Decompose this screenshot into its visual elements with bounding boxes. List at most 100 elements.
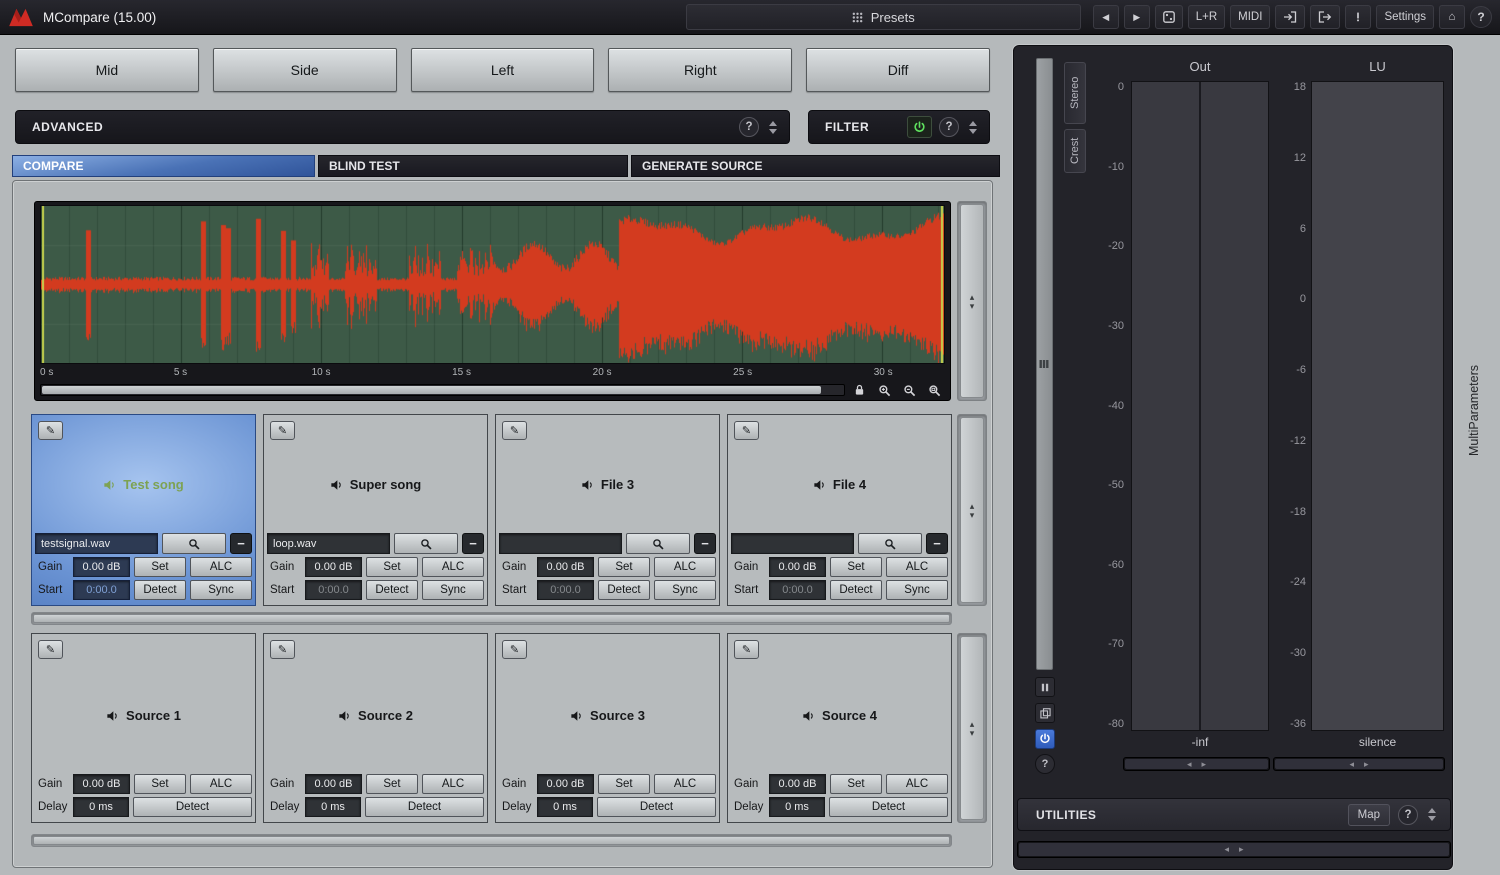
remove-file-button[interactable]: − bbox=[694, 533, 716, 554]
slot-file-4[interactable]: ✎ File 4 − Gain 0.00 dB Set ALC St bbox=[727, 414, 952, 606]
waveform-horizontal-scrollbar[interactable] bbox=[40, 384, 845, 396]
rename-button[interactable]: ✎ bbox=[38, 421, 63, 440]
file-name-field[interactable] bbox=[731, 533, 854, 554]
melda-logo-icon[interactable] bbox=[8, 7, 34, 27]
channel-left-button[interactable]: Left bbox=[411, 48, 595, 92]
next-preset-button[interactable]: ▶ bbox=[1124, 5, 1150, 29]
gain-value[interactable]: 0.00 dB bbox=[537, 774, 594, 794]
gain-set-button[interactable]: Set bbox=[366, 557, 418, 577]
gain-set-button[interactable]: Set bbox=[366, 774, 418, 794]
start-value[interactable]: 0:00.0 bbox=[73, 580, 130, 600]
browse-file-button[interactable] bbox=[394, 533, 458, 554]
delay-value[interactable]: 0 ms bbox=[305, 797, 361, 817]
scrollbar-thumb[interactable] bbox=[33, 836, 950, 845]
start-value[interactable]: 0:00.0 bbox=[305, 580, 362, 600]
import-settings-button[interactable] bbox=[1275, 5, 1305, 29]
zoom-out-icon[interactable] bbox=[899, 383, 920, 397]
slot-test-song[interactable]: ✎ Test song testsignal.wav − Gain 0.00 d… bbox=[31, 414, 256, 606]
alc-button[interactable]: ALC bbox=[886, 557, 948, 577]
tab-generate-source[interactable]: GENERATE SOURCE bbox=[631, 155, 1000, 177]
channel-right-button[interactable]: Right bbox=[608, 48, 792, 92]
delay-detect-button[interactable]: Detect bbox=[829, 797, 948, 817]
start-detect-button[interactable]: Detect bbox=[830, 580, 882, 600]
meter-range-slider[interactable] bbox=[1036, 58, 1053, 670]
lu-meter-scrollbar[interactable]: ◂ ▸ bbox=[1273, 757, 1445, 771]
gain-set-button[interactable]: Set bbox=[134, 557, 186, 577]
help-icon[interactable]: ? bbox=[1035, 754, 1055, 774]
advanced-bar[interactable]: ADVANCED ? bbox=[15, 110, 790, 144]
channel-mid-button[interactable]: Mid bbox=[15, 48, 199, 92]
sync-button[interactable]: Sync bbox=[190, 580, 252, 600]
gain-value[interactable]: 0.00 dB bbox=[305, 557, 362, 577]
pause-button[interactable] bbox=[1035, 677, 1055, 697]
slot-source-3[interactable]: ✎ Source 3 Gain 0.00 dB Set ALC Delay 0 … bbox=[495, 633, 720, 823]
prev-preset-button[interactable]: ◀ bbox=[1093, 5, 1119, 29]
scrollbar-thumb[interactable] bbox=[42, 386, 821, 394]
scrollbar-thumb[interactable]: ▴ ▾ bbox=[960, 417, 984, 603]
file-name-field[interactable] bbox=[499, 533, 622, 554]
waveform-canvas[interactable] bbox=[41, 206, 944, 363]
rename-button[interactable]: ✎ bbox=[38, 640, 63, 659]
delay-value[interactable]: 0 ms bbox=[73, 797, 129, 817]
waveform-display[interactable] bbox=[40, 205, 945, 364]
slots-vertical-scrollbar[interactable]: ▴ ▾ bbox=[957, 414, 987, 606]
remove-file-button[interactable]: − bbox=[230, 533, 252, 554]
start-detect-button[interactable]: Detect bbox=[134, 580, 186, 600]
filter-bar[interactable]: FILTER ? bbox=[808, 110, 990, 144]
rename-button[interactable]: ✎ bbox=[270, 640, 295, 659]
lock-icon[interactable] bbox=[849, 383, 870, 397]
presets-button[interactable]: Presets bbox=[686, 4, 1081, 30]
utilities-resize-control[interactable] bbox=[1424, 804, 1440, 826]
delay-detect-button[interactable]: Detect bbox=[365, 797, 484, 817]
start-value[interactable]: 0:00.0 bbox=[769, 580, 826, 600]
panel-horizontal-scrollbar[interactable]: ◂ ▸ bbox=[1017, 841, 1451, 858]
help-icon[interactable]: ? bbox=[1470, 6, 1492, 28]
rename-button[interactable]: ✎ bbox=[502, 421, 527, 440]
utilities-bar[interactable]: UTILITIES Map ? bbox=[1017, 798, 1451, 831]
advanced-resize-control[interactable] bbox=[765, 116, 781, 138]
alc-button[interactable]: ALC bbox=[654, 557, 716, 577]
help-icon[interactable]: ? bbox=[1398, 805, 1418, 825]
gain-set-button[interactable]: Set bbox=[134, 774, 186, 794]
midi-button[interactable]: MIDI bbox=[1230, 5, 1270, 29]
file-name-field[interactable]: testsignal.wav bbox=[35, 533, 158, 554]
alc-button[interactable]: ALC bbox=[886, 774, 948, 794]
gain-value[interactable]: 0.00 dB bbox=[537, 557, 594, 577]
slot-super-song[interactable]: ✎ Super song loop.wav − Gain 0.00 dB Set… bbox=[263, 414, 488, 606]
browse-file-button[interactable] bbox=[858, 533, 922, 554]
tab-crest[interactable]: Crest bbox=[1064, 129, 1086, 173]
tab-compare[interactable]: COMPARE bbox=[12, 155, 315, 177]
scrollbar-thumb[interactable]: ◂ ▸ bbox=[1019, 843, 1449, 856]
delay-detect-button[interactable]: Detect bbox=[133, 797, 252, 817]
help-icon[interactable]: ? bbox=[739, 117, 759, 137]
slot-source-1[interactable]: ✎ Source 1 Gain 0.00 dB Set ALC Delay 0 … bbox=[31, 633, 256, 823]
channel-side-button[interactable]: Side bbox=[213, 48, 397, 92]
sources-vertical-scrollbar[interactable]: ▴ ▾ bbox=[957, 633, 987, 823]
out-meter-scrollbar[interactable]: ◂ ▸ bbox=[1123, 757, 1270, 771]
filter-power-button[interactable] bbox=[907, 116, 932, 138]
sync-button[interactable]: Sync bbox=[654, 580, 716, 600]
rename-button[interactable]: ✎ bbox=[734, 640, 759, 659]
lu-loudness-meter[interactable] bbox=[1311, 81, 1444, 731]
gain-set-button[interactable]: Set bbox=[830, 774, 882, 794]
multiparameters-strip[interactable]: MultiParameters bbox=[1456, 35, 1500, 875]
remove-file-button[interactable]: − bbox=[926, 533, 948, 554]
start-value[interactable]: 0:00.0 bbox=[537, 580, 594, 600]
waveform-vertical-scrollbar[interactable]: ▴ ▾ bbox=[957, 201, 987, 401]
gain-value[interactable]: 0.00 dB bbox=[769, 557, 826, 577]
filter-resize-control[interactable] bbox=[965, 116, 981, 138]
slot-source-4[interactable]: ✎ Source 4 Gain 0.00 dB Set ALC Delay 0 … bbox=[727, 633, 952, 823]
gain-set-button[interactable]: Set bbox=[598, 774, 650, 794]
scrollbar-thumb[interactable]: ▴ ▾ bbox=[960, 204, 984, 398]
popout-button[interactable] bbox=[1035, 703, 1055, 723]
channel-diff-button[interactable]: Diff bbox=[806, 48, 990, 92]
scrollbar-thumb[interactable]: ▴ ▾ bbox=[960, 636, 984, 820]
remove-file-button[interactable]: − bbox=[462, 533, 484, 554]
start-detect-button[interactable]: Detect bbox=[598, 580, 650, 600]
rename-button[interactable]: ✎ bbox=[502, 640, 527, 659]
scrollbar-thumb[interactable] bbox=[33, 614, 950, 623]
alc-button[interactable]: ALC bbox=[654, 774, 716, 794]
meter-power-button[interactable] bbox=[1035, 729, 1055, 749]
channel-mode-button[interactable]: L+R bbox=[1188, 5, 1225, 29]
delay-detect-button[interactable]: Detect bbox=[597, 797, 716, 817]
